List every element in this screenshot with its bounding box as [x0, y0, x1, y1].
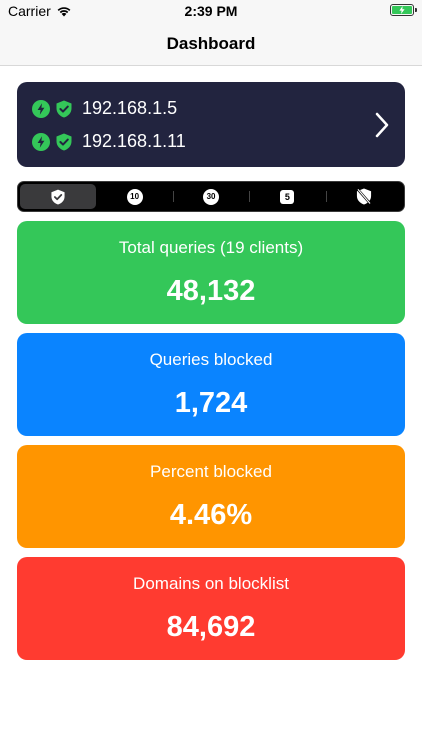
stat-value: 48,132: [166, 275, 256, 307]
shield-check-icon: [51, 189, 65, 204]
stat-value: 1,724: [174, 387, 248, 419]
navigation-bar: Dashboard: [0, 22, 422, 66]
timer-10-icon: 10: [126, 188, 143, 205]
segment-disable-5[interactable]: 5: [249, 184, 325, 209]
bolt-circle-icon: [32, 132, 50, 151]
queries-blocked-card: Queries blocked 1,724: [17, 333, 405, 436]
segment-disable-10[interactable]: 10: [96, 184, 172, 209]
shield-check-icon: [56, 100, 72, 117]
stat-label: Domains on blocklist: [133, 574, 289, 593]
shield-off-icon: [356, 188, 372, 205]
timer-5-icon: 5: [280, 189, 295, 204]
stat-label: Percent blocked: [150, 462, 272, 481]
stat-label: Total queries (19 clients): [118, 238, 304, 257]
percent-blocked-card: Percent blocked 4.46%: [17, 445, 405, 548]
server-ip: 192.168.1.11: [82, 131, 186, 151]
status-bar: Carrier 2:39 PM: [0, 0, 422, 22]
blocking-segmented-control: 10 30 5: [17, 181, 405, 212]
server-row: 192.168.1.5: [32, 98, 177, 119]
segment-disable-30[interactable]: 30: [172, 184, 249, 209]
status-time: 2:39 PM: [184, 3, 238, 19]
page-title: Dashboard: [166, 33, 256, 53]
battery-icon: [390, 4, 417, 16]
stat-value: 4.46%: [169, 499, 253, 531]
domains-on-blocklist-card: Domains on blocklist 84,692: [17, 557, 405, 660]
server-status-card[interactable]: 192.168.1.5 192.168.1.11: [17, 82, 405, 167]
segment-enable-blocking[interactable]: [20, 184, 97, 209]
chevron-right-icon: [375, 112, 389, 138]
segment-disable-permanent[interactable]: [325, 184, 402, 209]
stat-label: Queries blocked: [149, 350, 273, 369]
shield-check-icon: [56, 133, 72, 150]
server-row: 192.168.1.11: [32, 131, 186, 152]
total-queries-card: Total queries (19 clients) 48,132: [17, 221, 405, 324]
bolt-circle-icon: [32, 99, 50, 118]
charging-bolt-icon: [399, 6, 405, 14]
stat-value: 84,692: [166, 611, 256, 643]
server-ip: 192.168.1.5: [82, 98, 178, 118]
timer-30-icon: 30: [203, 188, 220, 205]
